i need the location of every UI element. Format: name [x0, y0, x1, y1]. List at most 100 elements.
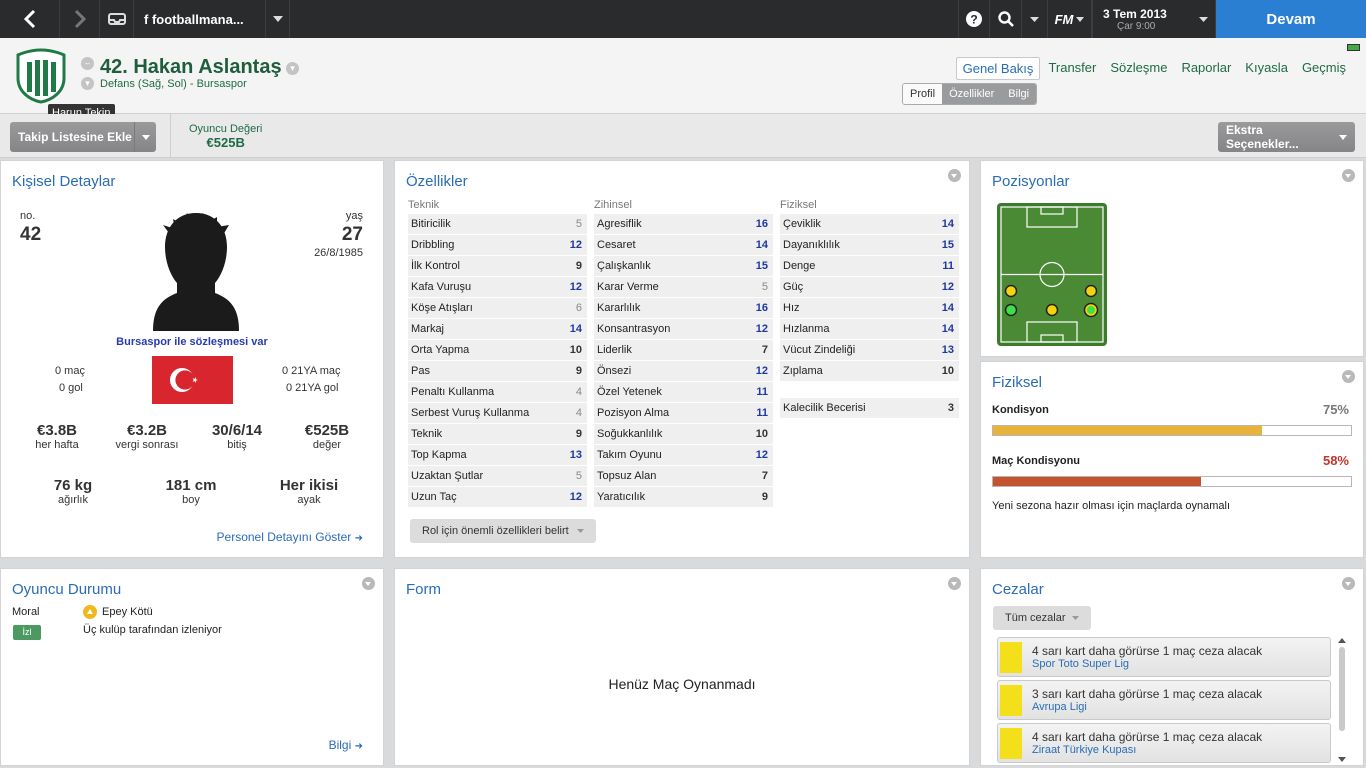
attribute-name: Özel Yetenek [597, 386, 662, 398]
help-button[interactable]: ? [958, 0, 990, 38]
current-tab[interactable]: f footballmana... [134, 0, 266, 38]
subtab-profile[interactable]: Profil [903, 84, 943, 104]
ban-list-scrollbar[interactable] [1337, 635, 1347, 763]
attribute-row: Penaltı Kullanma 4 [408, 382, 587, 403]
attribute-value: 14 [941, 218, 954, 230]
attribute-value: 9 [575, 365, 582, 377]
tab-reports[interactable]: Raporlar [1175, 57, 1237, 80]
top-bar: f footballmana... ? FM 3 Tem 2013 Çar 9:… [0, 0, 1366, 38]
continue-button[interactable]: Devam [1216, 0, 1366, 38]
panel-title: Form [406, 581, 441, 598]
search-dropdown[interactable] [1022, 0, 1048, 38]
condition-value: 75% [1322, 402, 1349, 417]
role-attributes-button[interactable]: Rol için önemli özellikleri belirt [410, 519, 596, 543]
panel-menu-icon[interactable] [948, 577, 961, 590]
date-dropdown[interactable] [1192, 0, 1216, 38]
attribute-value: 12 [755, 449, 768, 461]
player-options-icon[interactable]: ▾ [286, 62, 299, 75]
attribute-value: 3 [947, 402, 954, 414]
forward-button[interactable] [60, 0, 100, 38]
attribute-row: Hız 14 [780, 298, 959, 319]
tab-contract[interactable]: Sözleşme [1104, 57, 1173, 80]
attribute-name: Soğukkanlılık [597, 428, 663, 440]
panel-menu-icon[interactable] [1342, 577, 1355, 590]
scouted-badge: İzl [13, 625, 41, 640]
position-marker [1004, 284, 1018, 298]
contract-end-stat: 30/6/14 bitiş [195, 422, 279, 451]
ban-competition: Ziraat Türkiye Kupası [1032, 744, 1137, 756]
attribute-value: 4 [575, 407, 582, 419]
action-bar: Takip Listesine Ekle Oyuncu Değeri €525B… [0, 114, 1366, 158]
attribute-row: Orta Yapma 10 [408, 340, 587, 361]
subtab-info[interactable]: Bilgi [1001, 84, 1037, 104]
attribute-name: Önsezi [597, 365, 632, 377]
attribute-value: 12 [941, 281, 954, 293]
bans-panel: Cezalar Tüm cezalar 4 sarı kart daha gör… [980, 568, 1364, 766]
date-label: 3 Tem 2013 [1103, 6, 1167, 21]
player-subtitle: Defans (Sağ, Sol) - Bursaspor [100, 78, 247, 90]
ban-item[interactable]: 3 sarı kart daha görürse 1 maç ceza alac… [997, 680, 1331, 720]
chevron-down-icon[interactable] [134, 122, 156, 152]
u21-apps-count: 0 21YA maç [282, 365, 341, 377]
value-label: Oyuncu Değeri [189, 122, 263, 135]
ban-item[interactable]: 4 sarı kart daha görürse 1 maç ceza alac… [997, 723, 1331, 763]
extra-options-button[interactable]: Ekstra Seçenekler... [1218, 122, 1355, 152]
tab-dropdown-button[interactable] [266, 0, 290, 38]
tab-compare[interactable]: Kıyasla [1239, 57, 1294, 80]
player-header: – ▾ 42. Hakan Aslantaş ▾ Defans (Sağ, So… [0, 38, 1366, 122]
fm-menu-button[interactable]: FM [1048, 0, 1092, 38]
date-display[interactable]: 3 Tem 2013 Çar 9:00 [1092, 0, 1192, 38]
prev-player-icon[interactable]: – [81, 57, 94, 70]
value-label: değer [312, 439, 342, 451]
attribute-name: Bitiricilik [411, 218, 451, 230]
panel-menu-icon[interactable] [1342, 370, 1355, 383]
attribute-row: Bitiricilik 5 [408, 214, 587, 235]
match-fitness-label: Maç Kondisyonu [992, 455, 1081, 467]
attribute-row: Uzaktan Şutlar 5 [408, 466, 587, 487]
yellow-card-icon [1000, 728, 1022, 759]
panel-menu-icon[interactable] [948, 169, 961, 182]
battery-icon [1347, 44, 1360, 51]
tab-history[interactable]: Geçmiş [1296, 57, 1352, 80]
value-stat: €525B değer [285, 422, 369, 451]
ban-filter-dropdown[interactable]: Tüm cezalar [993, 606, 1091, 630]
attribute-name: Güç [783, 281, 804, 293]
squad-number-label: no. [20, 210, 36, 222]
attribute-name: Kalecilik Becerisi [783, 402, 866, 414]
attribute-row: Hızlanma 14 [780, 319, 959, 340]
panel-menu-icon[interactable] [1342, 169, 1355, 182]
tab-overview[interactable]: Genel Bakış [955, 57, 1041, 80]
info-link[interactable]: Bilgi ➜ [329, 738, 363, 752]
back-button[interactable] [0, 0, 60, 38]
attribute-value: 14 [569, 323, 582, 335]
staff-details-link[interactable]: Personel Detayını Göster ➜ [217, 530, 363, 544]
attribute-row: Çeviklik 14 [780, 214, 959, 235]
attribute-name: Çalışkanlık [597, 260, 651, 272]
subtab-attributes[interactable]: Özellikler [942, 84, 1002, 104]
attribute-name: Çeviklik [783, 218, 821, 230]
panel-menu-icon[interactable] [362, 577, 375, 590]
home-button[interactable] [100, 0, 134, 38]
wage-value: €3.8B [36, 422, 78, 439]
club-crest-icon [16, 48, 66, 104]
attribute-value: 4 [575, 386, 582, 398]
squad-number: 42 [20, 224, 42, 245]
attribute-row: Kararlılık 16 [594, 298, 773, 319]
tab-transfer[interactable]: Transfer [1042, 57, 1102, 80]
net-wage-value: €3.2B [126, 422, 168, 439]
form-empty-message: Henüz Maç Oynanmadı [608, 676, 756, 692]
attribute-name: Liderlik [597, 344, 632, 356]
chevron-down-icon [1071, 616, 1079, 620]
player-menu-icon[interactable]: ▾ [81, 77, 94, 90]
search-button[interactable] [990, 0, 1022, 38]
weight-value: 76 kg [53, 477, 93, 494]
shortlist-button[interactable]: Takip Listesine Ekle [10, 122, 156, 152]
current-tab-label: f footballmana... [144, 11, 244, 27]
attribute-row: Agresiflik 16 [594, 214, 773, 235]
ban-filter-label: Tüm cezalar [1005, 612, 1066, 624]
scrollbar-thumb[interactable] [1339, 647, 1345, 731]
chevron-down-icon [576, 529, 584, 533]
ban-item[interactable]: 4 sarı kart daha görürse 1 maç ceza alac… [997, 637, 1331, 677]
turkey-flag-icon [152, 356, 233, 404]
morale-icon [83, 605, 97, 619]
